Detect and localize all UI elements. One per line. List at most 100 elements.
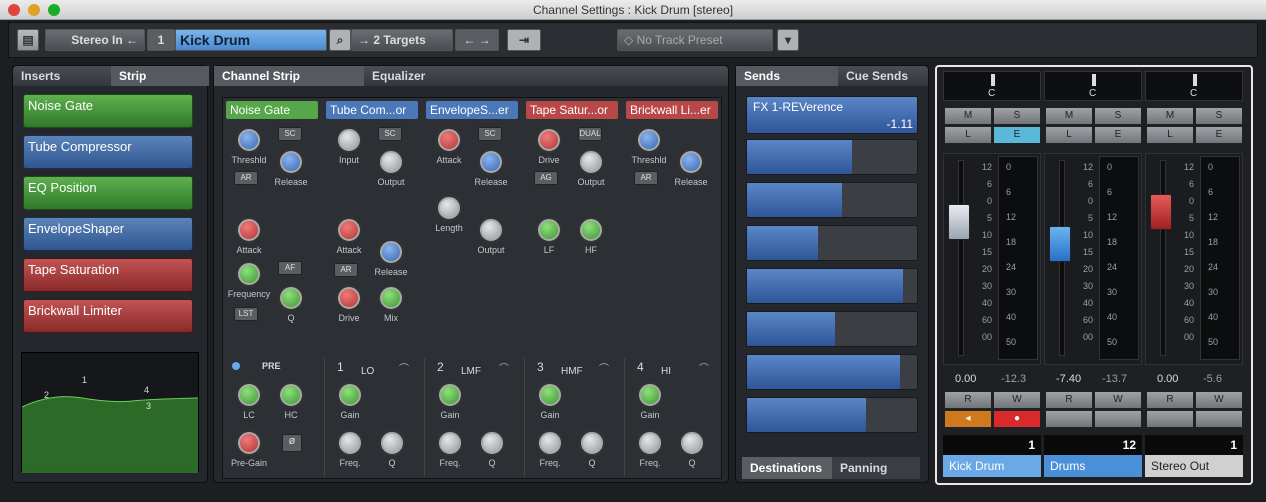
fader-handle[interactable] [948, 204, 970, 240]
listen-button[interactable]: L [1146, 126, 1194, 144]
tab-sends[interactable]: Sends [736, 66, 838, 86]
module-knob[interactable] [378, 285, 404, 311]
insert-slot[interactable]: Tape Saturation [23, 258, 193, 292]
input-routing[interactable]: Stereo In ← [45, 29, 145, 51]
module-knob[interactable] [636, 127, 662, 153]
listen-button[interactable]: L [1045, 126, 1093, 144]
fader-level[interactable]: 0.00 [1157, 373, 1178, 385]
fader-handle[interactable] [1150, 194, 1172, 230]
channel-name[interactable]: Drums [1044, 455, 1142, 477]
channel-name[interactable]: Kick Drum [943, 455, 1041, 477]
module-title[interactable]: Noise Gate [226, 101, 318, 119]
module-button[interactable]: AR [334, 263, 358, 277]
mute-button[interactable]: M [1146, 107, 1194, 125]
solo-button[interactable]: S [993, 107, 1041, 125]
send-slot[interactable] [746, 139, 918, 175]
minimize-window-button[interactable] [28, 4, 40, 16]
band-gain-knob[interactable] [337, 382, 363, 408]
edit-button[interactable]: E [1094, 126, 1142, 144]
zoom-window-button[interactable] [48, 4, 60, 16]
write-button[interactable]: W [1094, 391, 1142, 409]
module-button[interactable]: SC [378, 127, 402, 141]
filter-shape-icon[interactable]: ⌒ [399, 360, 409, 375]
peak-level[interactable]: -13.7 [1102, 373, 1127, 385]
eq-curve-display[interactable]: 2 1 4 3 [21, 352, 199, 473]
band-freq-knob[interactable] [637, 430, 663, 456]
module-knob[interactable] [578, 217, 604, 243]
pre-gain-knob[interactable] [236, 430, 262, 456]
insert-slot[interactable]: Brickwall Limiter [23, 299, 193, 333]
tab-equalizer[interactable]: Equalizer [372, 66, 425, 86]
band-q-knob[interactable] [579, 430, 605, 456]
module-knob[interactable] [578, 149, 604, 175]
module-knob[interactable] [336, 217, 362, 243]
module-knob[interactable] [536, 127, 562, 153]
module-button[interactable]: DUAL [578, 127, 602, 141]
filter-shape-icon[interactable]: ⌒ [599, 360, 609, 375]
link-icon[interactable]: ⇥ [507, 29, 541, 51]
send-slot[interactable] [746, 354, 918, 390]
close-window-button[interactable] [8, 4, 20, 16]
module-button[interactable]: AF [278, 261, 302, 275]
tab-cue-sends[interactable]: Cue Sends [846, 66, 908, 86]
search-icon[interactable]: ⌕ [329, 29, 351, 51]
filter-shape-icon[interactable]: ⌒ [499, 360, 509, 375]
module-knob[interactable] [478, 149, 504, 175]
record-icon[interactable] [1195, 410, 1243, 428]
monitor-icon[interactable] [1045, 410, 1093, 428]
module-button[interactable]: AR [234, 171, 258, 185]
phase-button[interactable]: ø [282, 434, 302, 452]
channel-name[interactable]: Stereo Out [1145, 455, 1243, 477]
module-button[interactable]: LST [234, 307, 258, 321]
write-button[interactable]: W [1195, 391, 1243, 409]
pre-indicator-icon[interactable] [232, 362, 240, 370]
insert-slot[interactable]: Tube Compressor [23, 135, 193, 169]
band-freq-knob[interactable] [437, 430, 463, 456]
edit-button[interactable]: E [993, 126, 1041, 144]
tab-destinations[interactable]: Destinations [742, 457, 832, 479]
module-knob[interactable] [236, 217, 262, 243]
band-q-knob[interactable] [479, 430, 505, 456]
record-icon[interactable]: ● [993, 410, 1041, 428]
read-button[interactable]: R [1045, 391, 1093, 409]
insert-slot[interactable]: Noise Gate [23, 94, 193, 128]
chevron-down-icon[interactable]: ▾ [777, 29, 799, 51]
module-knob[interactable] [278, 285, 304, 311]
module-button[interactable]: SC [478, 127, 502, 141]
insert-slot[interactable]: EQ Position [23, 176, 193, 210]
module-knob[interactable] [678, 149, 704, 175]
module-knob[interactable] [336, 285, 362, 311]
module-title[interactable]: Brickwall Li...er [626, 101, 718, 119]
module-knob[interactable] [378, 149, 404, 175]
send-slot[interactable] [746, 225, 918, 261]
send-slot-fx1[interactable]: FX 1-REVerence -1.11 [746, 96, 918, 134]
module-title[interactable]: EnvelopeS...er [426, 101, 518, 119]
module-knob[interactable] [236, 127, 262, 153]
channel-index[interactable]: 1 [147, 29, 175, 51]
module-button[interactable]: AG [534, 171, 558, 185]
mute-button[interactable]: M [1045, 107, 1093, 125]
pan-control[interactable]: C [1145, 71, 1243, 101]
fader-handle[interactable] [1049, 226, 1071, 262]
solo-button[interactable]: S [1094, 107, 1142, 125]
module-knob[interactable] [536, 217, 562, 243]
filter-shape-icon[interactable]: ⌒ [699, 360, 709, 375]
module-knob[interactable] [378, 239, 404, 265]
band-freq-knob[interactable] [537, 430, 563, 456]
edit-button[interactable]: E [1195, 126, 1243, 144]
module-knob[interactable] [236, 261, 262, 287]
module-knob[interactable] [478, 217, 504, 243]
module-title[interactable]: Tube Com...or [326, 101, 418, 119]
fader-level[interactable]: 0.00 [955, 373, 976, 385]
listen-button[interactable]: L [944, 126, 992, 144]
peak-level[interactable]: -5.6 [1203, 373, 1222, 385]
read-button[interactable]: R [1146, 391, 1194, 409]
pan-control[interactable]: C [943, 71, 1041, 101]
module-knob[interactable] [336, 127, 362, 153]
channel-name-field[interactable]: Kick Drum [175, 29, 327, 51]
mute-button[interactable]: M [944, 107, 992, 125]
monitor-icon[interactable] [1146, 410, 1194, 428]
insert-slot[interactable]: EnvelopeShaper [23, 217, 193, 251]
send-slot[interactable] [746, 182, 918, 218]
tab-strip[interactable]: Strip [111, 66, 209, 86]
